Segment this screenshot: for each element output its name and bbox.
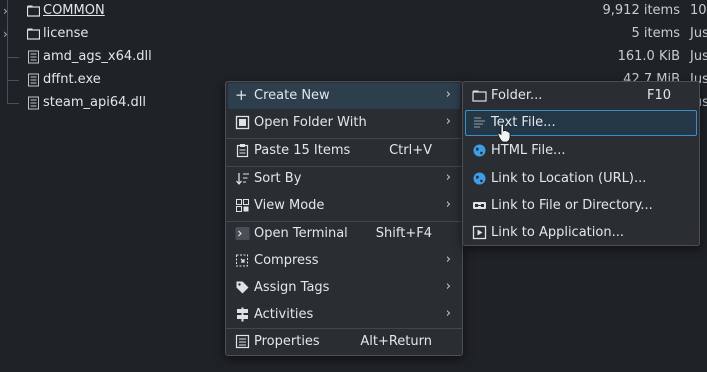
menu-item-create-new[interactable]: + Create New › bbox=[228, 83, 460, 109]
folder-icon bbox=[27, 5, 40, 17]
menu-item-sort-by[interactable]: Sort By › bbox=[228, 166, 460, 192]
shortcut-label: Shift+F4 bbox=[375, 226, 432, 241]
menu-item-paste[interactable]: Paste 15 Items Ctrl+V bbox=[228, 138, 460, 164]
file-name[interactable]: dffnt.exe bbox=[43, 72, 101, 87]
menu-item-label: Link to File or Directory... bbox=[491, 198, 653, 213]
menu-item-label: Compress bbox=[254, 253, 319, 268]
menu-item-label: Sort By bbox=[254, 171, 302, 186]
submenu-item-link-app[interactable]: Link to Application... bbox=[465, 220, 697, 246]
hand-cursor-icon bbox=[497, 123, 511, 143]
menu-item-open-terminal[interactable]: Open Terminal Shift+F4 bbox=[228, 221, 460, 247]
menu-item-label: Create New bbox=[254, 88, 330, 103]
tree-branch bbox=[7, 80, 19, 81]
file-icon bbox=[28, 50, 39, 64]
menu-item-label: Open Folder With bbox=[254, 115, 367, 130]
chevron-right-icon: › bbox=[445, 170, 451, 185]
link-icon bbox=[473, 202, 486, 209]
create-new-submenu: Folder... F10 Text File... HTML File... … bbox=[462, 81, 700, 246]
menu-item-label: Activities bbox=[254, 307, 314, 322]
menu-item-compress[interactable]: Compress › bbox=[228, 248, 460, 274]
menu-item-label: View Mode bbox=[254, 198, 325, 213]
clipboard-icon bbox=[236, 144, 249, 158]
chevron-right-icon: › bbox=[445, 87, 451, 102]
file-row-common[interactable]: › COMMON 9,912 items 10. bbox=[0, 0, 707, 23]
chevron-right-icon: › bbox=[445, 197, 451, 212]
menu-item-label: Link to Location (URL)... bbox=[491, 171, 647, 186]
menu-item-label: Open Terminal bbox=[254, 226, 348, 241]
file-icon bbox=[28, 73, 39, 87]
chevron-right-icon[interactable]: › bbox=[3, 4, 8, 18]
tree-branch bbox=[7, 57, 19, 58]
menu-item-label: Properties bbox=[254, 334, 320, 349]
globe-icon bbox=[473, 144, 486, 157]
file-date: Jus bbox=[690, 26, 707, 41]
tag-icon bbox=[236, 281, 249, 294]
plus-icon: + bbox=[235, 86, 248, 104]
chevron-right-icon: › bbox=[445, 252, 451, 267]
file-name[interactable]: license bbox=[43, 26, 88, 41]
view-mode-icon bbox=[236, 199, 249, 212]
menu-item-label: HTML File... bbox=[491, 143, 566, 158]
tree-branch bbox=[7, 103, 19, 104]
folder-icon bbox=[27, 28, 40, 40]
chevron-right-icon[interactable]: › bbox=[3, 27, 8, 41]
submenu-item-link-file[interactable]: Link to File or Directory... bbox=[465, 193, 697, 219]
menu-item-label: Folder... bbox=[491, 88, 543, 103]
file-icon bbox=[28, 96, 39, 110]
file-size: 9,912 items bbox=[602, 3, 681, 18]
menu-item-label: Assign Tags bbox=[254, 280, 330, 295]
shortcut-label: F10 bbox=[646, 88, 671, 103]
open-with-icon bbox=[235, 115, 250, 130]
shortcut-label: Ctrl+V bbox=[389, 143, 432, 158]
menu-item-open-folder-with[interactable]: Open Folder With › bbox=[228, 110, 460, 136]
menu-item-label: Link to Application... bbox=[491, 225, 624, 240]
submenu-item-folder[interactable]: Folder... F10 bbox=[465, 83, 697, 109]
compress-icon bbox=[236, 254, 248, 267]
file-row-license[interactable]: › license 5 items Jus bbox=[0, 23, 707, 46]
file-size: 5 items bbox=[631, 26, 680, 41]
file-date: Jus bbox=[690, 49, 707, 64]
folder-icon bbox=[472, 90, 487, 102]
application-icon bbox=[472, 225, 487, 240]
menu-item-activities[interactable]: Activities › bbox=[228, 302, 460, 328]
file-name[interactable]: COMMON bbox=[43, 3, 105, 18]
chevron-right-icon: › bbox=[445, 114, 451, 129]
file-name[interactable]: amd_ags_x64.dll bbox=[43, 49, 152, 64]
text-file-icon bbox=[474, 117, 485, 128]
properties-icon bbox=[235, 334, 250, 349]
chevron-right-icon: › bbox=[445, 306, 451, 321]
file-name[interactable]: steam_api64.dll bbox=[43, 95, 146, 110]
submenu-item-link-url[interactable]: Link to Location (URL)... bbox=[465, 166, 697, 192]
menu-item-view-mode[interactable]: View Mode › bbox=[228, 193, 460, 219]
context-menu: + Create New › Open Folder With › Paste … bbox=[225, 81, 463, 356]
globe-icon bbox=[473, 172, 486, 185]
menu-item-properties[interactable]: Properties Alt+Return bbox=[228, 329, 460, 355]
shortcut-label: Alt+Return bbox=[360, 334, 432, 349]
file-size: 161.0 KiB bbox=[617, 49, 680, 64]
file-date: 10. bbox=[690, 3, 707, 18]
menu-item-assign-tags[interactable]: Assign Tags › bbox=[228, 275, 460, 301]
chevron-right-icon: › bbox=[445, 279, 451, 294]
activities-icon bbox=[237, 307, 248, 322]
sort-icon bbox=[236, 173, 249, 185]
terminal-icon bbox=[235, 227, 250, 240]
menu-item-label: Paste 15 Items bbox=[254, 143, 351, 158]
file-row-amd-ags[interactable]: amd_ags_x64.dll 161.0 KiB Jus bbox=[0, 46, 707, 69]
